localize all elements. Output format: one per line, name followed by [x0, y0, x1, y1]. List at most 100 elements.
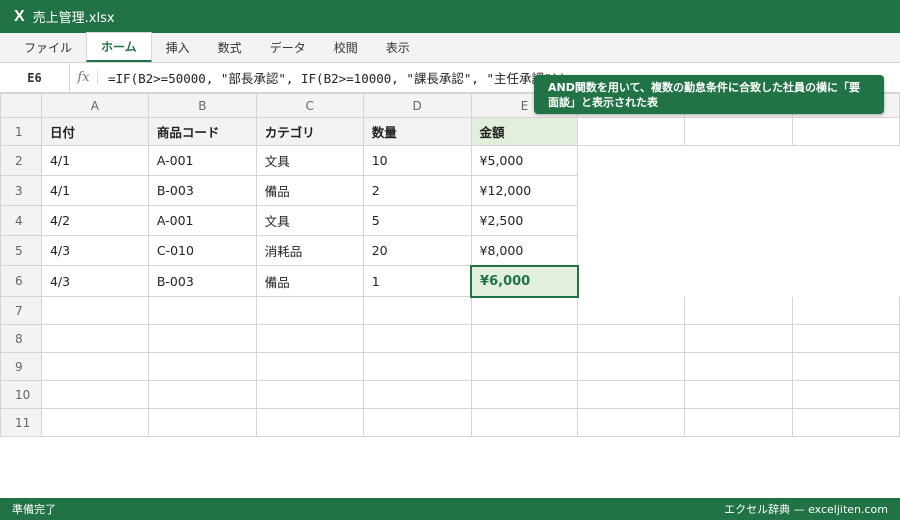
table-cell[interactable]: 4/3: [40, 265, 149, 297]
tab-review[interactable]: 校閲: [320, 33, 372, 62]
cell[interactable]: [684, 352, 794, 381]
table-cell[interactable]: 4/1: [40, 145, 149, 176]
row-header[interactable]: 8: [0, 324, 42, 353]
empty-area[interactable]: [577, 145, 900, 176]
row-header[interactable]: 3: [0, 175, 42, 206]
cell[interactable]: [40, 380, 149, 409]
table-cell[interactable]: ¥12,000: [470, 175, 579, 206]
cell[interactable]: [684, 296, 794, 325]
cell[interactable]: [577, 117, 686, 146]
row-header[interactable]: 4: [0, 205, 42, 236]
cell[interactable]: [255, 324, 364, 353]
cell[interactable]: [362, 380, 472, 409]
tab-file[interactable]: ファイル: [10, 33, 86, 62]
cell[interactable]: [40, 324, 149, 353]
tab-home[interactable]: ホーム: [86, 32, 152, 62]
cell[interactable]: [792, 324, 900, 353]
cell[interactable]: [577, 408, 686, 437]
tab-formulas[interactable]: 数式: [204, 33, 256, 62]
cell[interactable]: [577, 324, 686, 353]
cell[interactable]: [470, 296, 579, 325]
cell[interactable]: [684, 324, 794, 353]
formula-input[interactable]: =IF(B2>=50000, "部長承認", IF(B2>=10000, "課長…: [98, 68, 567, 87]
column-header-a[interactable]: A: [40, 93, 149, 118]
select-all-corner[interactable]: [0, 93, 42, 118]
cell[interactable]: [255, 380, 364, 409]
cell[interactable]: [792, 352, 900, 381]
selected-cell-e6[interactable]: ¥6,000: [470, 264, 579, 298]
row-header[interactable]: 9: [0, 352, 42, 381]
cell[interactable]: [470, 380, 579, 409]
header-cell-date[interactable]: 日付: [40, 117, 149, 146]
table-cell[interactable]: B-003: [147, 175, 257, 206]
empty-area[interactable]: [577, 265, 900, 297]
cell[interactable]: [470, 352, 579, 381]
cell[interactable]: [470, 324, 579, 353]
empty-area[interactable]: [577, 205, 900, 236]
cell[interactable]: [147, 296, 257, 325]
cell[interactable]: [362, 408, 472, 437]
header-cell-quantity[interactable]: 数量: [362, 117, 472, 146]
row-header[interactable]: 6: [0, 265, 42, 297]
cell[interactable]: [40, 408, 149, 437]
name-box[interactable]: E6: [0, 63, 70, 92]
header-cell-category[interactable]: カテゴリ: [255, 117, 364, 146]
table-cell[interactable]: 備品: [255, 175, 364, 206]
row-header[interactable]: 10: [0, 380, 42, 409]
table-cell[interactable]: 4/3: [40, 235, 149, 266]
tab-insert[interactable]: 挿入: [152, 33, 204, 62]
cell[interactable]: [792, 380, 900, 409]
cell[interactable]: [147, 408, 257, 437]
cell[interactable]: [792, 296, 900, 325]
header-cell-amount[interactable]: 金額: [470, 117, 579, 146]
row-header[interactable]: 1: [0, 117, 42, 146]
table-cell[interactable]: A-001: [147, 145, 257, 176]
cell[interactable]: [577, 296, 686, 325]
table-cell[interactable]: 20: [362, 235, 472, 266]
cell[interactable]: [577, 380, 686, 409]
cell[interactable]: [255, 296, 364, 325]
table-cell[interactable]: 文具: [255, 205, 364, 236]
cell[interactable]: [362, 352, 472, 381]
row-header[interactable]: 11: [0, 408, 42, 437]
cell[interactable]: [362, 296, 472, 325]
empty-area[interactable]: [577, 175, 900, 206]
cell[interactable]: [792, 117, 900, 146]
table-cell[interactable]: 2: [362, 175, 472, 206]
cell[interactable]: [684, 408, 794, 437]
cell[interactable]: [577, 352, 686, 381]
row-header[interactable]: 7: [0, 296, 42, 325]
table-cell[interactable]: 5: [362, 205, 472, 236]
table-cell[interactable]: 消耗品: [255, 235, 364, 266]
table-cell[interactable]: 4/2: [40, 205, 149, 236]
table-cell[interactable]: ¥2,500: [470, 205, 579, 236]
cell[interactable]: [470, 408, 579, 437]
column-header-b[interactable]: B: [147, 93, 257, 118]
table-cell[interactable]: 文具: [255, 145, 364, 176]
table-cell[interactable]: ¥5,000: [470, 145, 579, 176]
table-cell[interactable]: 1: [362, 265, 472, 297]
tab-view[interactable]: 表示: [372, 33, 424, 62]
cell[interactable]: [255, 352, 364, 381]
fx-icon[interactable]: fx: [70, 70, 98, 85]
cell[interactable]: [147, 380, 257, 409]
cell[interactable]: [255, 408, 364, 437]
empty-area[interactable]: [577, 235, 900, 266]
table-cell[interactable]: ¥8,000: [470, 235, 579, 266]
cell[interactable]: [362, 324, 472, 353]
row-header[interactable]: 5: [0, 235, 42, 266]
tab-data[interactable]: データ: [256, 33, 320, 62]
column-header-d[interactable]: D: [362, 93, 472, 118]
column-header-c[interactable]: C: [255, 93, 364, 118]
table-cell[interactable]: C-010: [147, 235, 257, 266]
cell[interactable]: [684, 380, 794, 409]
cell[interactable]: [40, 352, 149, 381]
table-cell[interactable]: B-003: [147, 265, 257, 297]
row-header[interactable]: 2: [0, 145, 42, 176]
header-cell-product-code[interactable]: 商品コード: [147, 117, 257, 146]
table-cell[interactable]: 10: [362, 145, 472, 176]
cell[interactable]: [147, 352, 257, 381]
cell[interactable]: [792, 408, 900, 437]
cell[interactable]: [684, 117, 794, 146]
table-cell[interactable]: 4/1: [40, 175, 149, 206]
